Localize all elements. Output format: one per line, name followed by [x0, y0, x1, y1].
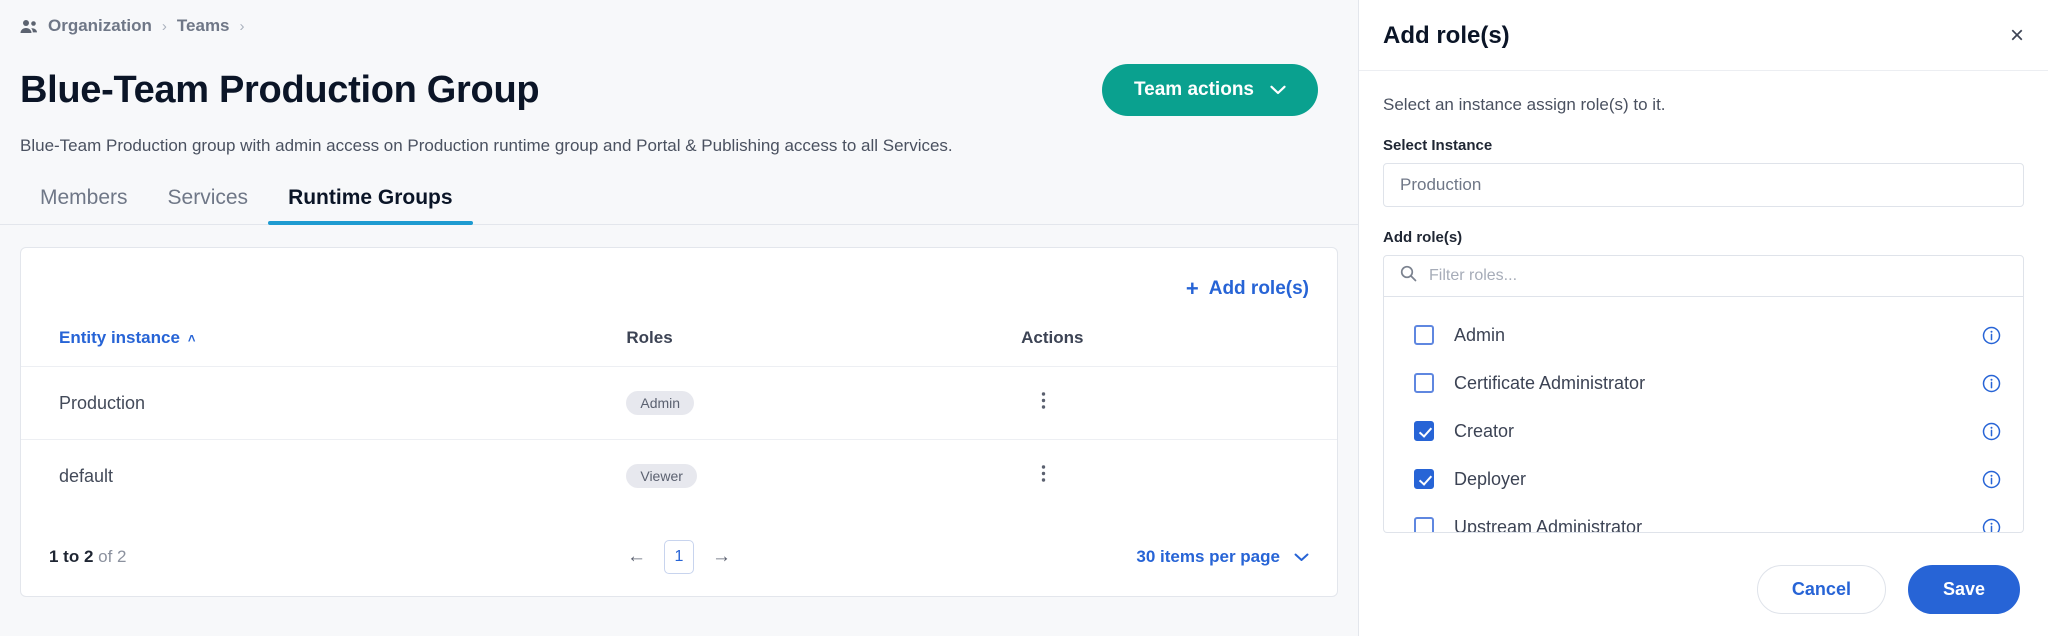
- cell-roles: Admin: [626, 367, 1021, 440]
- column-header-entity-instance: Entity instance ˄: [21, 306, 626, 367]
- roles-list[interactable]: Admin Certificate Administrator: [1383, 297, 2024, 533]
- role-option-admin[interactable]: Admin: [1384, 311, 2023, 359]
- table-body: Production Admin: [21, 367, 1337, 513]
- pagination-next-button[interactable]: →: [712, 546, 731, 568]
- breadcrumb-item-teams[interactable]: Teams: [177, 16, 230, 36]
- checkbox-admin[interactable]: [1414, 325, 1434, 345]
- title-row: Blue-Team Production Group Team actions: [0, 36, 1358, 116]
- panel-subtitle: Select an instance assign role(s) to it.: [1383, 95, 2024, 115]
- role-label: Creator: [1454, 421, 1982, 442]
- table-head: Entity instance ˄ Roles Actions: [21, 306, 1337, 367]
- pagination-page-1[interactable]: 1: [664, 540, 694, 574]
- role-label: Certificate Administrator: [1454, 373, 1982, 394]
- tab-services[interactable]: Services: [148, 186, 269, 224]
- tab-members[interactable]: Members: [20, 186, 148, 224]
- cell-actions: [1021, 440, 1337, 513]
- pagination-controls: ← 1 →: [465, 540, 893, 574]
- pagination-right: 30 items per page: [893, 547, 1309, 567]
- checkbox-certificate-administrator[interactable]: [1414, 373, 1434, 393]
- add-roles-panel: Add role(s) × Select an instance assign …: [1358, 0, 2048, 636]
- table-header-row: Entity instance ˄ Roles Actions: [21, 306, 1337, 367]
- info-icon[interactable]: [1982, 518, 2001, 534]
- plus-icon: +: [1186, 278, 1199, 300]
- panel-body: Select an instance assign role(s) to it.…: [1359, 71, 2048, 565]
- chevron-down-icon: [1270, 82, 1286, 99]
- runtime-groups-card: + Add role(s) Entity instance ˄ Roles: [20, 247, 1338, 597]
- tab-bar: Members Services Runtime Groups: [0, 186, 1358, 225]
- sort-entity-instance[interactable]: Entity instance ˄: [59, 328, 196, 348]
- select-instance-label: Select Instance: [1383, 137, 2024, 154]
- pagination-range: 1 to 2 of 2: [49, 547, 465, 567]
- info-icon[interactable]: [1982, 374, 2001, 393]
- people-icon: [20, 19, 38, 34]
- add-roles-label: Add role(s): [1383, 229, 2024, 246]
- table-row[interactable]: Production Admin: [21, 367, 1337, 440]
- role-badge: Viewer: [626, 464, 697, 488]
- cancel-button[interactable]: Cancel: [1757, 565, 1886, 614]
- cell-actions: [1021, 367, 1337, 440]
- kebab-menu-icon[interactable]: [1041, 393, 1046, 415]
- cell-entity-instance: default: [21, 440, 626, 513]
- team-actions-label: Team actions: [1134, 79, 1254, 101]
- save-button[interactable]: Save: [1908, 565, 2020, 614]
- info-icon[interactable]: [1982, 326, 2001, 345]
- card-toolbar: + Add role(s): [21, 248, 1337, 306]
- checkbox-deployer[interactable]: [1414, 469, 1434, 489]
- info-icon[interactable]: [1982, 422, 2001, 441]
- items-per-page-label: 30 items per page: [1136, 547, 1280, 567]
- roles-table: Entity instance ˄ Roles Actions Producti…: [21, 306, 1337, 512]
- cell-entity-instance: Production: [21, 367, 626, 440]
- cell-roles: Viewer: [626, 440, 1021, 513]
- chevron-down-icon: [1294, 547, 1309, 567]
- role-option-creator[interactable]: Creator: [1384, 407, 2023, 455]
- add-roles-button[interactable]: + Add role(s): [1186, 278, 1309, 300]
- tab-runtime-groups[interactable]: Runtime Groups: [268, 186, 473, 224]
- pagination-range-suffix: of 2: [98, 547, 126, 566]
- panel-footer: Cancel Save: [1359, 565, 2048, 636]
- checkbox-creator[interactable]: [1414, 421, 1434, 441]
- info-icon[interactable]: [1982, 470, 2001, 489]
- pagination: 1 to 2 of 2 ← 1 → 30 items per page: [21, 540, 1337, 574]
- column-label-entity-instance: Entity instance: [59, 328, 180, 348]
- role-badge: Admin: [626, 391, 694, 415]
- kebab-menu-icon[interactable]: [1041, 466, 1046, 488]
- page-description: Blue-Team Production group with admin ac…: [0, 116, 1358, 156]
- column-header-roles: Roles: [626, 306, 1021, 367]
- breadcrumb-separator-2: ›: [240, 18, 245, 35]
- main-content: Organization › Teams › Blue-Team Product…: [0, 0, 1358, 636]
- select-instance-value: Production: [1400, 175, 1481, 195]
- filter-roles-box: [1383, 255, 2024, 297]
- breadcrumb: Organization › Teams ›: [0, 0, 1358, 36]
- filter-roles-input[interactable]: [1429, 267, 2007, 285]
- column-header-actions: Actions: [1021, 306, 1337, 367]
- role-option-upstream-administrator[interactable]: Upstream Administrator: [1384, 503, 2023, 533]
- page-title: Blue-Team Production Group: [20, 69, 539, 112]
- items-per-page-select[interactable]: 30 items per page: [1136, 547, 1309, 567]
- role-label: Admin: [1454, 325, 1982, 346]
- role-label: Upstream Administrator: [1454, 517, 1982, 534]
- table-row[interactable]: default Viewer: [21, 440, 1337, 513]
- breadcrumb-separator: ›: [162, 18, 167, 35]
- pagination-range-prefix: 1 to 2: [49, 547, 93, 566]
- close-icon[interactable]: ×: [2010, 24, 2024, 48]
- pagination-prev-button[interactable]: ←: [627, 546, 646, 568]
- panel-header: Add role(s) ×: [1359, 0, 2048, 71]
- role-option-certificate-administrator[interactable]: Certificate Administrator: [1384, 359, 2023, 407]
- checkbox-upstream-administrator[interactable]: [1414, 517, 1434, 533]
- add-roles-label: Add role(s): [1209, 278, 1309, 300]
- select-instance-input[interactable]: Production: [1383, 163, 2024, 207]
- role-option-deployer[interactable]: Deployer: [1384, 455, 2023, 503]
- app-root: Organization › Teams › Blue-Team Product…: [0, 0, 2048, 636]
- role-label: Deployer: [1454, 469, 1982, 490]
- breadcrumb-item-organization[interactable]: Organization: [48, 16, 152, 36]
- panel-title: Add role(s): [1383, 22, 1510, 50]
- caret-up-icon: ˄: [188, 331, 196, 346]
- team-actions-button[interactable]: Team actions: [1102, 64, 1318, 116]
- search-icon: [1400, 265, 1417, 287]
